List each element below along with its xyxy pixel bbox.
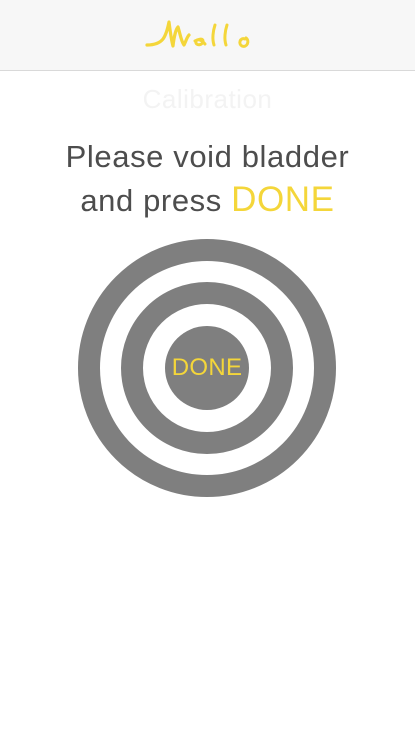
app-screen: Calibration Please void bladder and pres… <box>0 0 415 736</box>
done-button[interactable]: DONE <box>165 326 249 410</box>
instruction-text: Please void bladder and press DONE <box>0 135 415 222</box>
mello-logo-icon <box>145 20 250 48</box>
screen-subtitle: Calibration <box>142 84 273 114</box>
target-rings: DONE <box>78 239 336 497</box>
instruction-line-2-prefix: and press <box>80 183 232 218</box>
mello-logo <box>145 17 257 55</box>
instruction-line-1: Please void bladder <box>65 139 350 174</box>
app-header <box>0 0 415 71</box>
instruction-line-2: and press DONE <box>0 178 415 222</box>
instruction-done-highlight: DONE <box>231 180 335 219</box>
